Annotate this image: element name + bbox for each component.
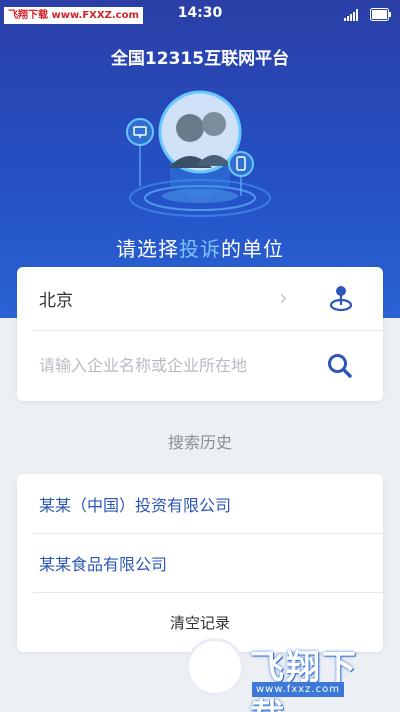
search-history-list: 某某（中国）投资有限公司 某某食品有限公司 清空记录: [17, 474, 383, 652]
chevron-right-icon: ›: [279, 285, 288, 311]
watermark-logo: 飞翔下载 www.fxxz.com: [186, 634, 392, 712]
search-card: 北京 › 请输入企业名称或企业所在地: [17, 267, 383, 401]
battery-icon: [370, 8, 391, 21]
prompt-text-before: 请选择: [116, 237, 179, 261]
prompt-highlight: 投诉: [179, 237, 221, 261]
search-input[interactable]: 请输入企业名称或企业所在地: [17, 333, 383, 395]
divider: [33, 330, 383, 331]
select-unit-prompt: 请选择投诉的单位: [0, 233, 400, 262]
status-bar: 飞翔下载 www.FXXZ.com 14:30: [0, 0, 400, 30]
prompt-text-after: 的单位: [221, 237, 284, 261]
city-label: 北京: [39, 290, 73, 311]
signal-icon: [344, 9, 358, 21]
app-title: 全国12315互联网平台: [110, 49, 290, 69]
search-icon[interactable]: [326, 352, 354, 380]
location-pin-icon[interactable]: [327, 283, 355, 313]
customer-service-illustration: [126, 90, 271, 217]
watermark-url: www.fxxz.com: [252, 682, 344, 697]
watermark-emblem-icon: [186, 638, 244, 696]
watermark-brand: 飞翔下载: [250, 648, 358, 712]
history-item[interactable]: 某某食品有限公司: [17, 533, 383, 592]
status-time: 14:30: [177, 5, 223, 21]
city-selector[interactable]: 北京 ›: [17, 267, 383, 329]
search-history-title: 搜索历史: [167, 433, 232, 452]
search-placeholder: 请输入企业名称或企业所在地: [39, 356, 248, 375]
history-item[interactable]: 某某（中国）投资有限公司: [17, 474, 383, 533]
